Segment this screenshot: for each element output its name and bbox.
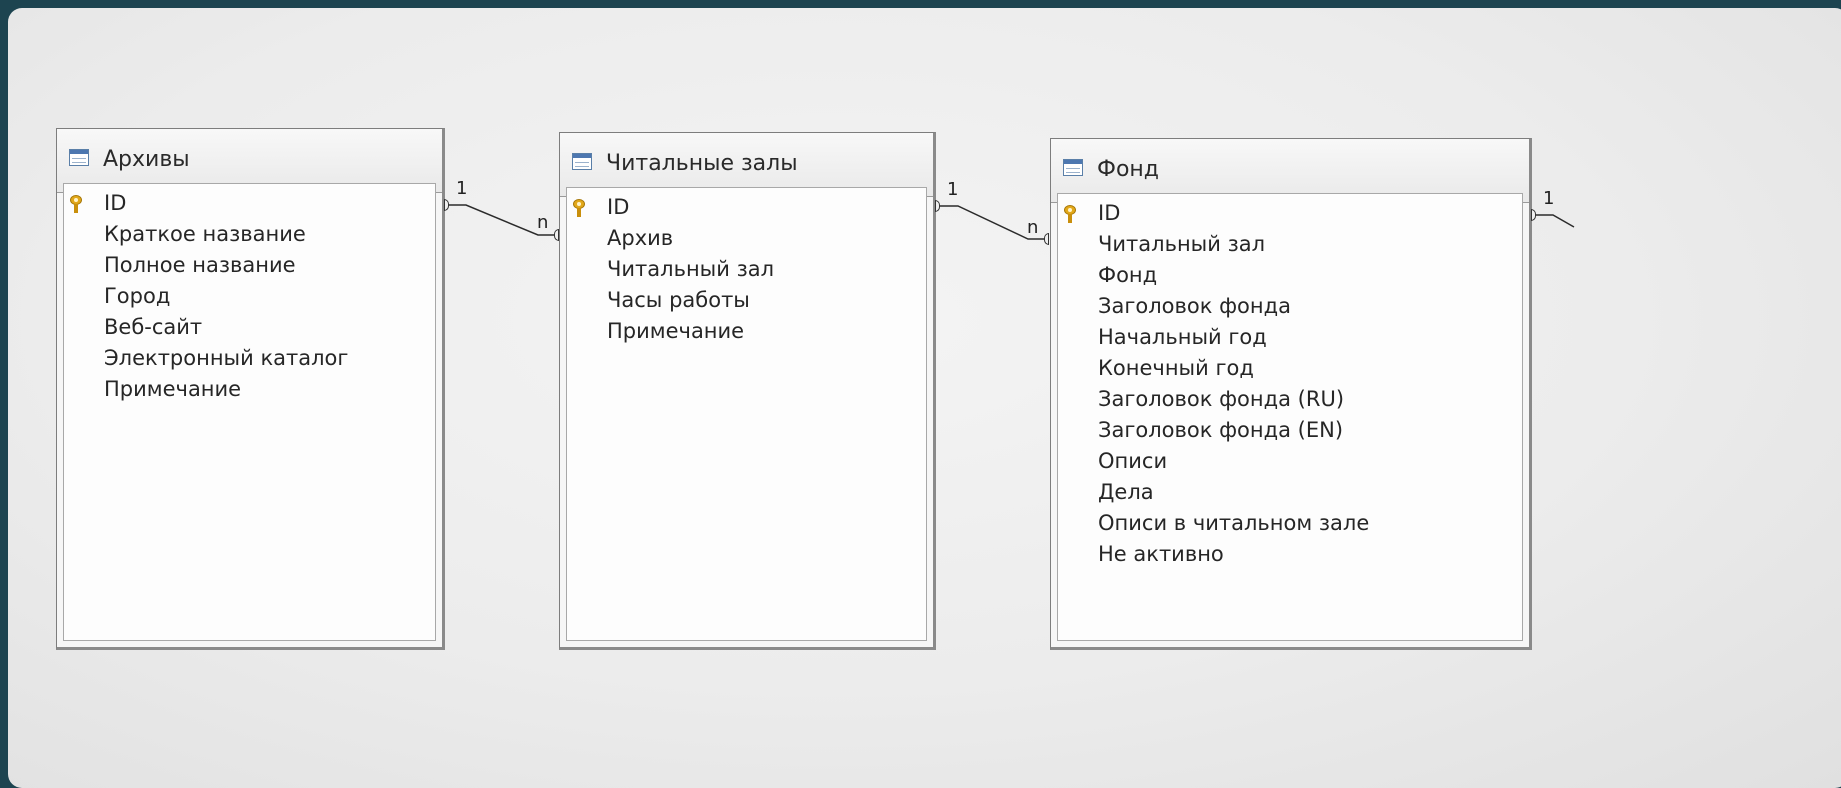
field-name: Заголовок фонда <box>1098 294 1291 318</box>
field-row[interactable]: Читальный зал <box>567 254 926 285</box>
cardinality-many-label: n <box>537 212 549 233</box>
field-name: Фонд <box>1098 263 1158 287</box>
field-name: Часы работы <box>607 288 750 312</box>
table-icon <box>69 149 89 166</box>
field-name: Описи <box>1098 449 1168 473</box>
field-name: Дела <box>1098 480 1154 504</box>
field-name: Веб-сайт <box>104 315 203 339</box>
field-row[interactable]: Не активно <box>1058 539 1522 570</box>
field-row[interactable]: Электронный каталог <box>64 343 435 374</box>
field-name: ID <box>607 195 630 219</box>
relation-line-fond-next <box>1532 214 1575 228</box>
field-row[interactable]: Город <box>64 281 435 312</box>
key-icon <box>1064 205 1076 223</box>
field-row[interactable]: Заголовок фонда <box>1058 291 1522 322</box>
field-row[interactable]: Часы работы <box>567 285 926 316</box>
key-icon <box>573 199 585 217</box>
field-row[interactable]: Описи <box>1058 446 1522 477</box>
field-name: Конечный год <box>1098 356 1254 380</box>
cardinality-one-label: 1 <box>947 179 959 200</box>
table-reading-rooms[interactable]: Читальные залы ID Архив Читальный зал Ча… <box>559 132 936 650</box>
field-name: Описи в читальном зале <box>1098 511 1370 535</box>
field-list: ID Читальный зал Фонд Заголовок фонда На… <box>1057 193 1523 641</box>
field-row[interactable]: Примечание <box>64 374 435 405</box>
field-name: ID <box>104 191 127 215</box>
field-row[interactable]: Читальный зал <box>1058 229 1522 260</box>
diagram-canvas: Архивы ID Краткое название Полное назван… <box>8 8 1841 788</box>
field-row[interactable]: ID <box>1058 198 1522 229</box>
field-row[interactable]: Начальный год <box>1058 322 1522 353</box>
table-fond[interactable]: Фонд ID Читальный зал Фонд Заголовок фон… <box>1050 138 1532 650</box>
field-name: Полное название <box>104 253 296 277</box>
table-icon <box>572 153 592 170</box>
field-name: Не активно <box>1098 542 1224 566</box>
field-row[interactable]: Описи в читальном зале <box>1058 508 1522 539</box>
table-title: Читальные залы <box>606 151 798 176</box>
cardinality-one-label: 1 <box>1543 188 1555 209</box>
cardinality-one-label: 1 <box>456 178 468 199</box>
field-name: Архив <box>607 226 674 250</box>
field-list: ID Краткое название Полное название Горо… <box>63 183 436 641</box>
field-row[interactable]: Полное название <box>64 250 435 281</box>
relation-port-many <box>1044 233 1049 245</box>
field-name: Краткое название <box>104 222 306 246</box>
field-name: Начальный год <box>1098 325 1267 349</box>
field-name: Город <box>104 284 171 308</box>
cardinality-many-label: n <box>1027 217 1039 238</box>
field-row[interactable]: Дела <box>1058 477 1522 508</box>
field-row[interactable]: ID <box>64 188 435 219</box>
field-row[interactable]: Краткое название <box>64 219 435 250</box>
field-row[interactable]: Фонд <box>1058 260 1522 291</box>
field-name: ID <box>1098 201 1121 225</box>
field-row[interactable]: Заголовок фонда (EN) <box>1058 415 1522 446</box>
field-name: Примечание <box>607 319 745 343</box>
relation-port-many <box>554 229 559 241</box>
table-icon <box>1063 159 1083 176</box>
field-name: Заголовок фонда (EN) <box>1098 418 1344 442</box>
field-row[interactable]: Конечный год <box>1058 353 1522 384</box>
table-title: Фонд <box>1097 157 1159 182</box>
field-name: Читальный зал <box>607 257 775 281</box>
field-row[interactable]: Заголовок фонда (RU) <box>1058 384 1522 415</box>
field-row[interactable]: Примечание <box>567 316 926 347</box>
field-name: Заголовок фонда (RU) <box>1098 387 1345 411</box>
key-icon <box>70 195 82 213</box>
field-row[interactable]: Архив <box>567 223 926 254</box>
field-row[interactable]: ID <box>567 192 926 223</box>
table-title: Архивы <box>103 147 190 172</box>
field-list: ID Архив Читальный зал Часы работы Приме… <box>566 187 927 641</box>
table-archives[interactable]: Архивы ID Краткое название Полное назван… <box>56 128 445 650</box>
field-name: Читальный зал <box>1098 232 1266 256</box>
field-row[interactable]: Веб-сайт <box>64 312 435 343</box>
field-name: Электронный каталог <box>104 346 349 370</box>
field-name: Примечание <box>104 377 242 401</box>
